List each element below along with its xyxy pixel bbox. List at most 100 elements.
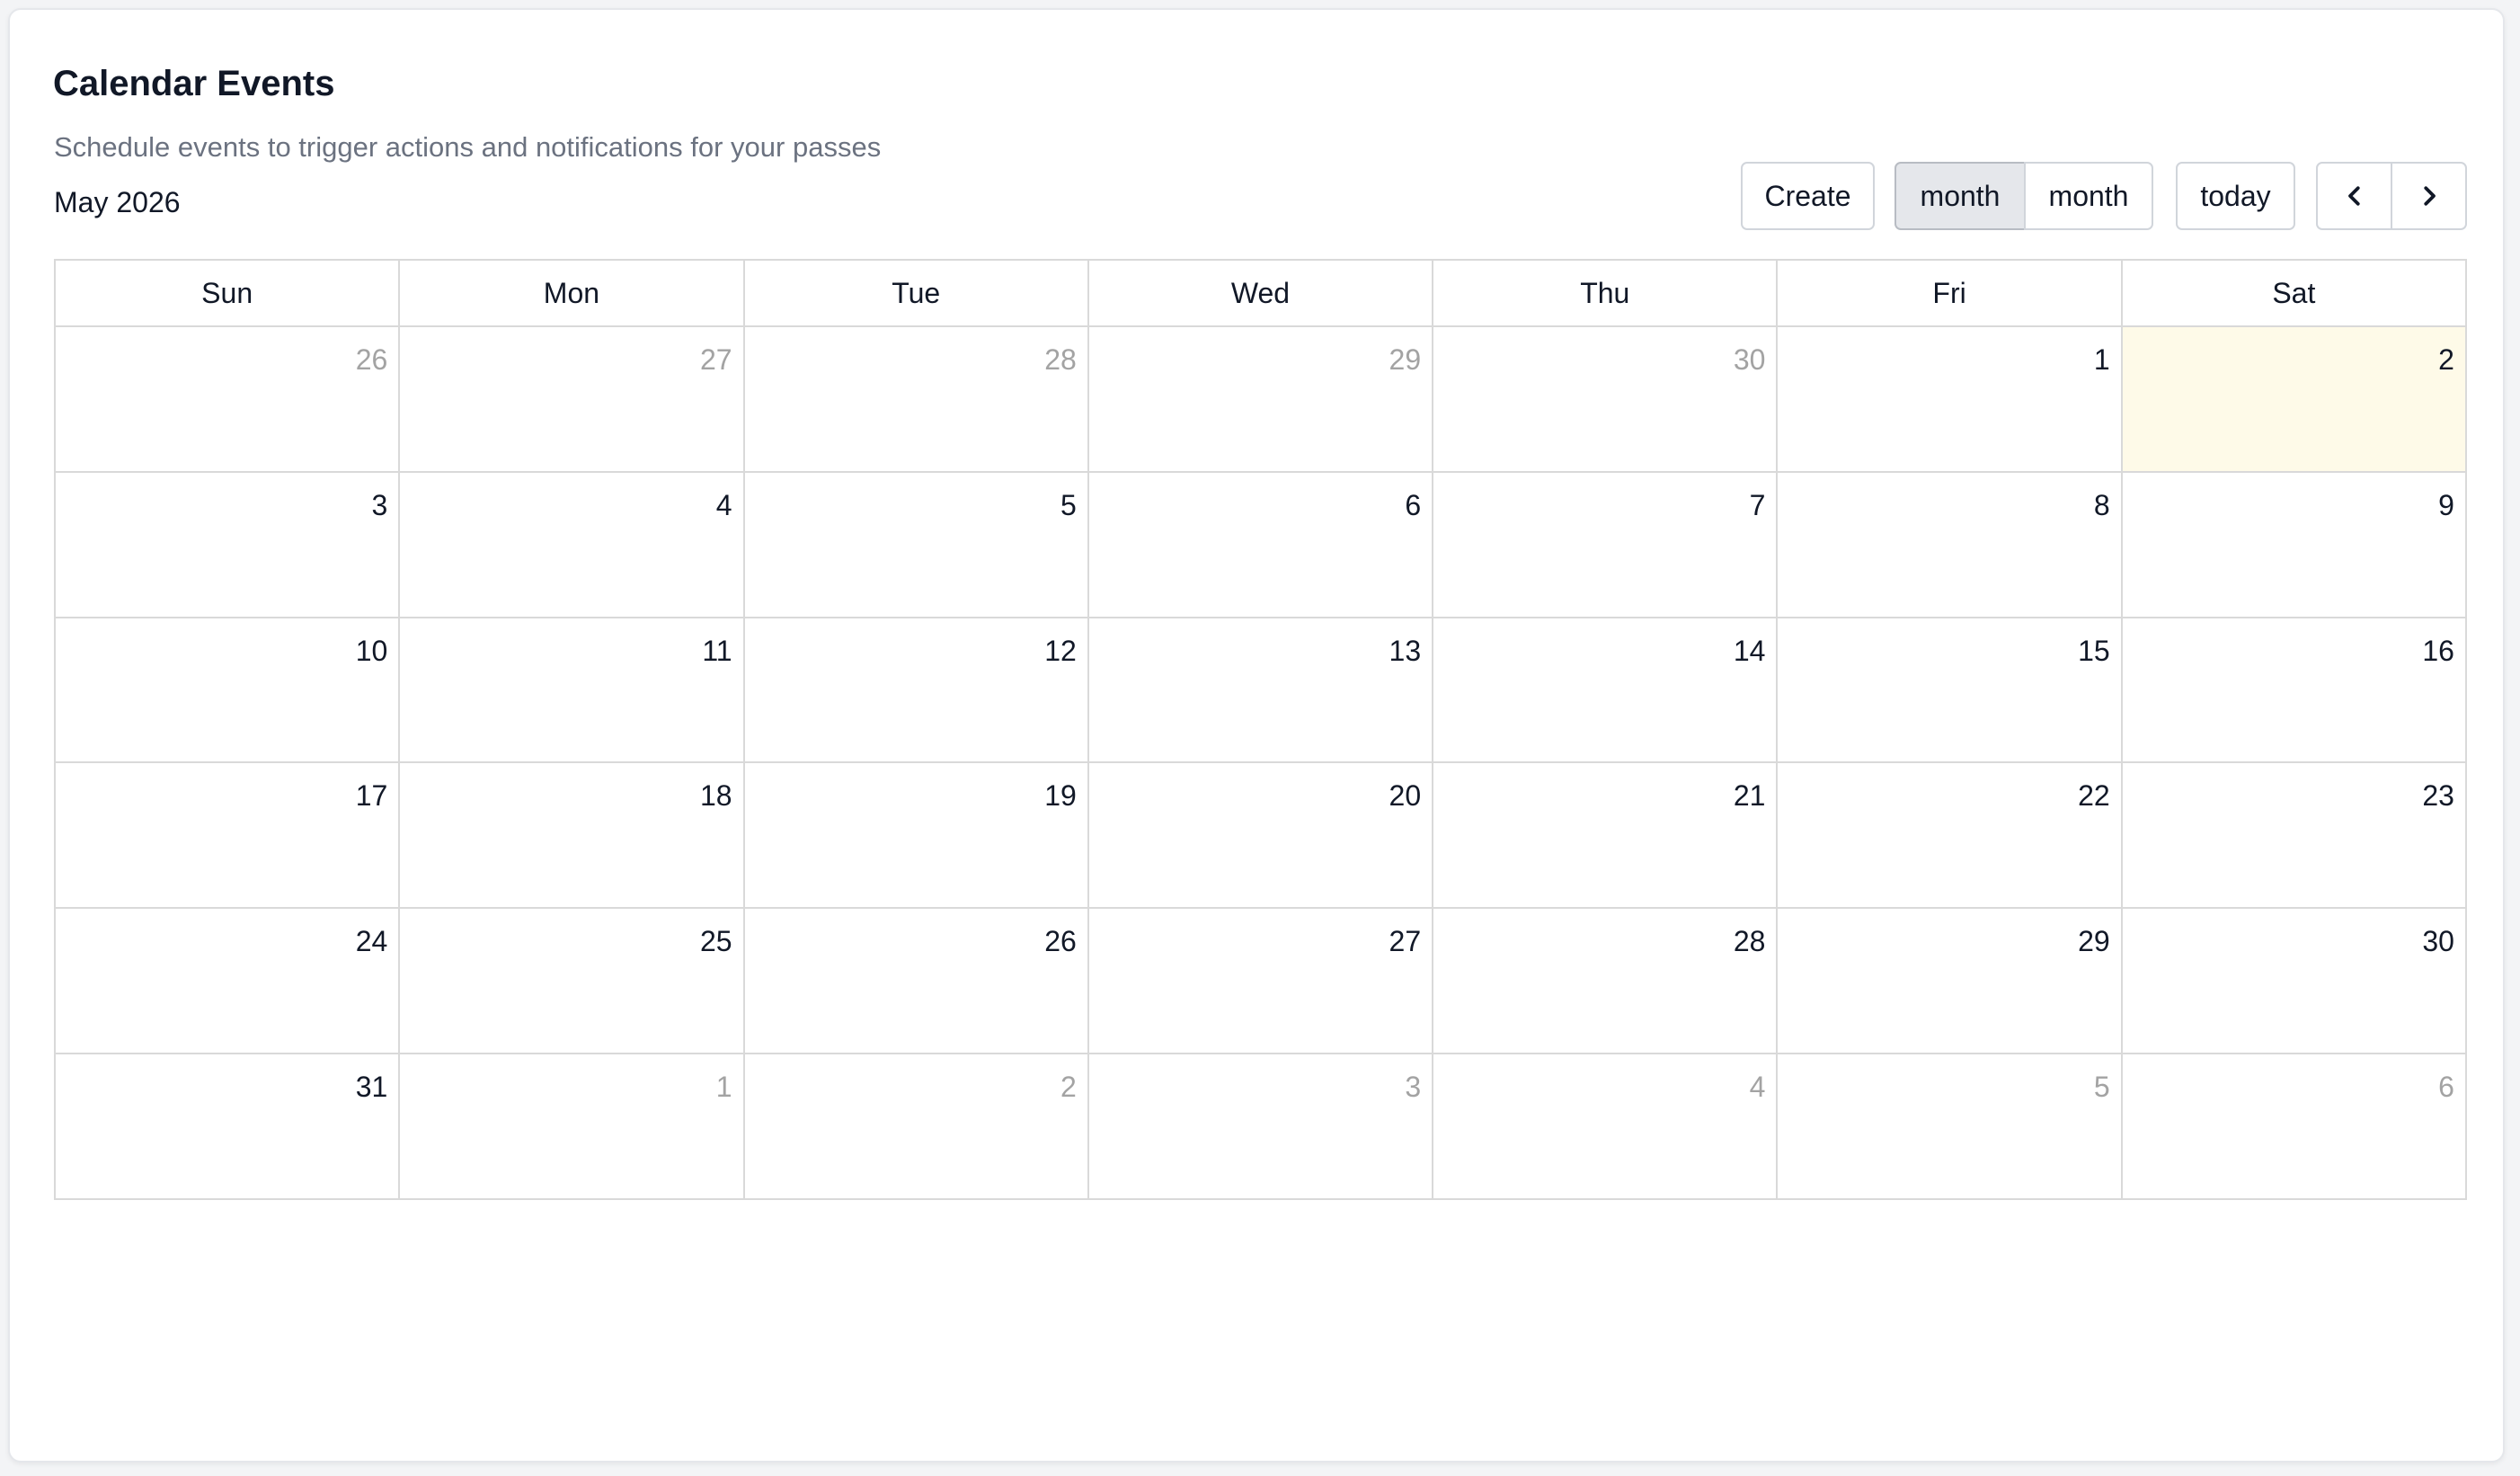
week-row: 10 11 12 13 14 15 16 xyxy=(56,618,2465,764)
day-cell[interactable]: 26 xyxy=(56,327,401,471)
day-number: 8 xyxy=(2093,488,2110,521)
day-cell[interactable]: 2 xyxy=(745,1054,1089,1198)
day-number: 3 xyxy=(1405,1071,1422,1104)
day-number: 20 xyxy=(1389,779,1422,813)
day-number: 3 xyxy=(371,488,388,521)
day-cell-today[interactable]: 2 xyxy=(2122,327,2465,471)
day-number: 18 xyxy=(699,779,732,813)
day-number: 16 xyxy=(2422,634,2454,667)
day-cell[interactable]: 12 xyxy=(745,618,1089,762)
week-row: 31 1 2 3 4 5 6 xyxy=(56,1054,2465,1198)
month-grid: Sun Mon Tue Wed Thu Fri Sat 26 27 28 29 30 1 2… xyxy=(54,259,2467,1200)
weekday-header-row: Sun Mon Tue Wed Thu Fri Sat xyxy=(56,261,2465,327)
page-title: Calendar Events xyxy=(53,64,335,103)
day-cell[interactable]: 29 xyxy=(1778,909,2123,1054)
day-cell[interactable]: 27 xyxy=(400,327,745,471)
day-number: 4 xyxy=(1749,1071,1766,1104)
day-cell[interactable]: 18 xyxy=(400,763,745,908)
day-number: 29 xyxy=(1389,343,1422,376)
weekday-header: Sun xyxy=(56,261,401,325)
weekday-header: Tue xyxy=(745,261,1089,325)
next-month-button[interactable] xyxy=(2391,162,2467,230)
day-number: 24 xyxy=(355,925,388,958)
day-cell[interactable]: 17 xyxy=(56,763,401,908)
day-number: 1 xyxy=(2093,343,2110,376)
day-cell[interactable]: 22 xyxy=(1778,763,2123,908)
day-cell[interactable]: 5 xyxy=(745,472,1089,617)
day-number: 28 xyxy=(1733,925,1766,958)
page-subtitle: Schedule events to trigger actions and n… xyxy=(54,131,882,163)
prev-month-button[interactable] xyxy=(2316,162,2392,230)
day-cell[interactable]: 1 xyxy=(400,1054,745,1198)
day-cell[interactable]: 7 xyxy=(1433,472,1779,617)
day-cell[interactable]: 14 xyxy=(1433,618,1779,762)
day-cell[interactable]: 23 xyxy=(2123,763,2465,907)
day-cell[interactable]: 15 xyxy=(1778,618,2123,762)
week-row: 17 18 19 20 21 22 23 xyxy=(56,763,2465,910)
day-cell[interactable]: 4 xyxy=(1433,1054,1779,1198)
day-cell[interactable]: 28 xyxy=(1433,909,1779,1054)
day-cell[interactable]: 21 xyxy=(1433,763,1779,908)
create-button[interactable]: Create xyxy=(1741,162,1875,230)
day-number: 26 xyxy=(355,343,388,376)
weekday-header: Mon xyxy=(400,261,745,325)
day-number: 4 xyxy=(715,488,732,521)
chevron-right-icon xyxy=(2423,186,2436,206)
day-cell[interactable]: 20 xyxy=(1089,763,1434,908)
day-number: 14 xyxy=(1733,634,1766,667)
day-cell[interactable]: 28 xyxy=(745,327,1089,471)
day-number: 23 xyxy=(2422,779,2454,813)
day-cell[interactable]: 3 xyxy=(1089,1054,1434,1198)
day-number: 25 xyxy=(699,925,732,958)
day-cell[interactable]: 10 xyxy=(56,618,401,762)
day-number: 27 xyxy=(699,343,732,376)
day-number: 2 xyxy=(2438,343,2454,376)
day-number: 1 xyxy=(715,1071,732,1104)
day-number: 9 xyxy=(2438,488,2454,521)
day-cell[interactable]: 9 xyxy=(2123,473,2465,617)
calendar-card: Calendar Events Schedule events to trigg… xyxy=(8,8,2505,1463)
day-cell[interactable]: 19 xyxy=(745,763,1089,908)
day-cell[interactable]: 24 xyxy=(56,909,401,1054)
day-cell[interactable]: 30 xyxy=(1433,327,1779,471)
day-number: 19 xyxy=(1044,779,1077,813)
week-row: 26 27 28 29 30 1 2 xyxy=(56,327,2465,473)
day-cell[interactable]: 8 xyxy=(1778,472,2123,617)
day-number: 11 xyxy=(702,634,732,667)
day-number: 27 xyxy=(1389,925,1422,958)
day-number: 30 xyxy=(1733,343,1766,376)
day-cell[interactable]: 6 xyxy=(1089,472,1434,617)
day-number: 12 xyxy=(1044,634,1077,667)
day-cell[interactable]: 13 xyxy=(1089,618,1434,762)
day-cell[interactable]: 27 xyxy=(1089,909,1434,1054)
day-number: 22 xyxy=(2078,779,2110,813)
day-number: 5 xyxy=(2093,1071,2110,1104)
day-number: 15 xyxy=(2078,634,2110,667)
day-number: 13 xyxy=(1389,634,1422,667)
today-button[interactable]: today xyxy=(2176,162,2295,230)
weekday-header: Sat xyxy=(2272,276,2316,309)
day-cell[interactable]: 16 xyxy=(2123,618,2465,762)
day-cell[interactable]: 3 xyxy=(56,472,401,617)
weekday-header: Thu xyxy=(1433,261,1779,325)
view-month-button[interactable]: month xyxy=(2024,162,2153,230)
day-cell[interactable]: 31 xyxy=(56,1054,401,1198)
day-number: 5 xyxy=(1060,488,1077,521)
day-number: 10 xyxy=(355,634,388,667)
view-month-button-active[interactable]: month xyxy=(1894,162,2026,230)
day-cell[interactable]: 29 xyxy=(1089,327,1434,471)
day-number: 17 xyxy=(355,779,388,813)
day-cell[interactable]: 5 xyxy=(1778,1054,2123,1198)
day-number: 29 xyxy=(2078,925,2110,958)
day-number: 6 xyxy=(1405,488,1422,521)
day-cell[interactable]: 1 xyxy=(1778,327,2123,471)
chevron-left-icon xyxy=(2347,186,2360,206)
day-cell[interactable]: 26 xyxy=(745,909,1089,1054)
day-number: 2 xyxy=(1060,1071,1077,1104)
day-number: 26 xyxy=(1044,925,1077,958)
day-cell[interactable]: 6 xyxy=(2123,1054,2465,1198)
day-cell[interactable]: 25 xyxy=(400,909,745,1054)
day-cell[interactable]: 4 xyxy=(400,472,745,617)
day-cell[interactable]: 11 xyxy=(400,618,745,762)
day-cell[interactable]: 30 xyxy=(2123,909,2465,1053)
